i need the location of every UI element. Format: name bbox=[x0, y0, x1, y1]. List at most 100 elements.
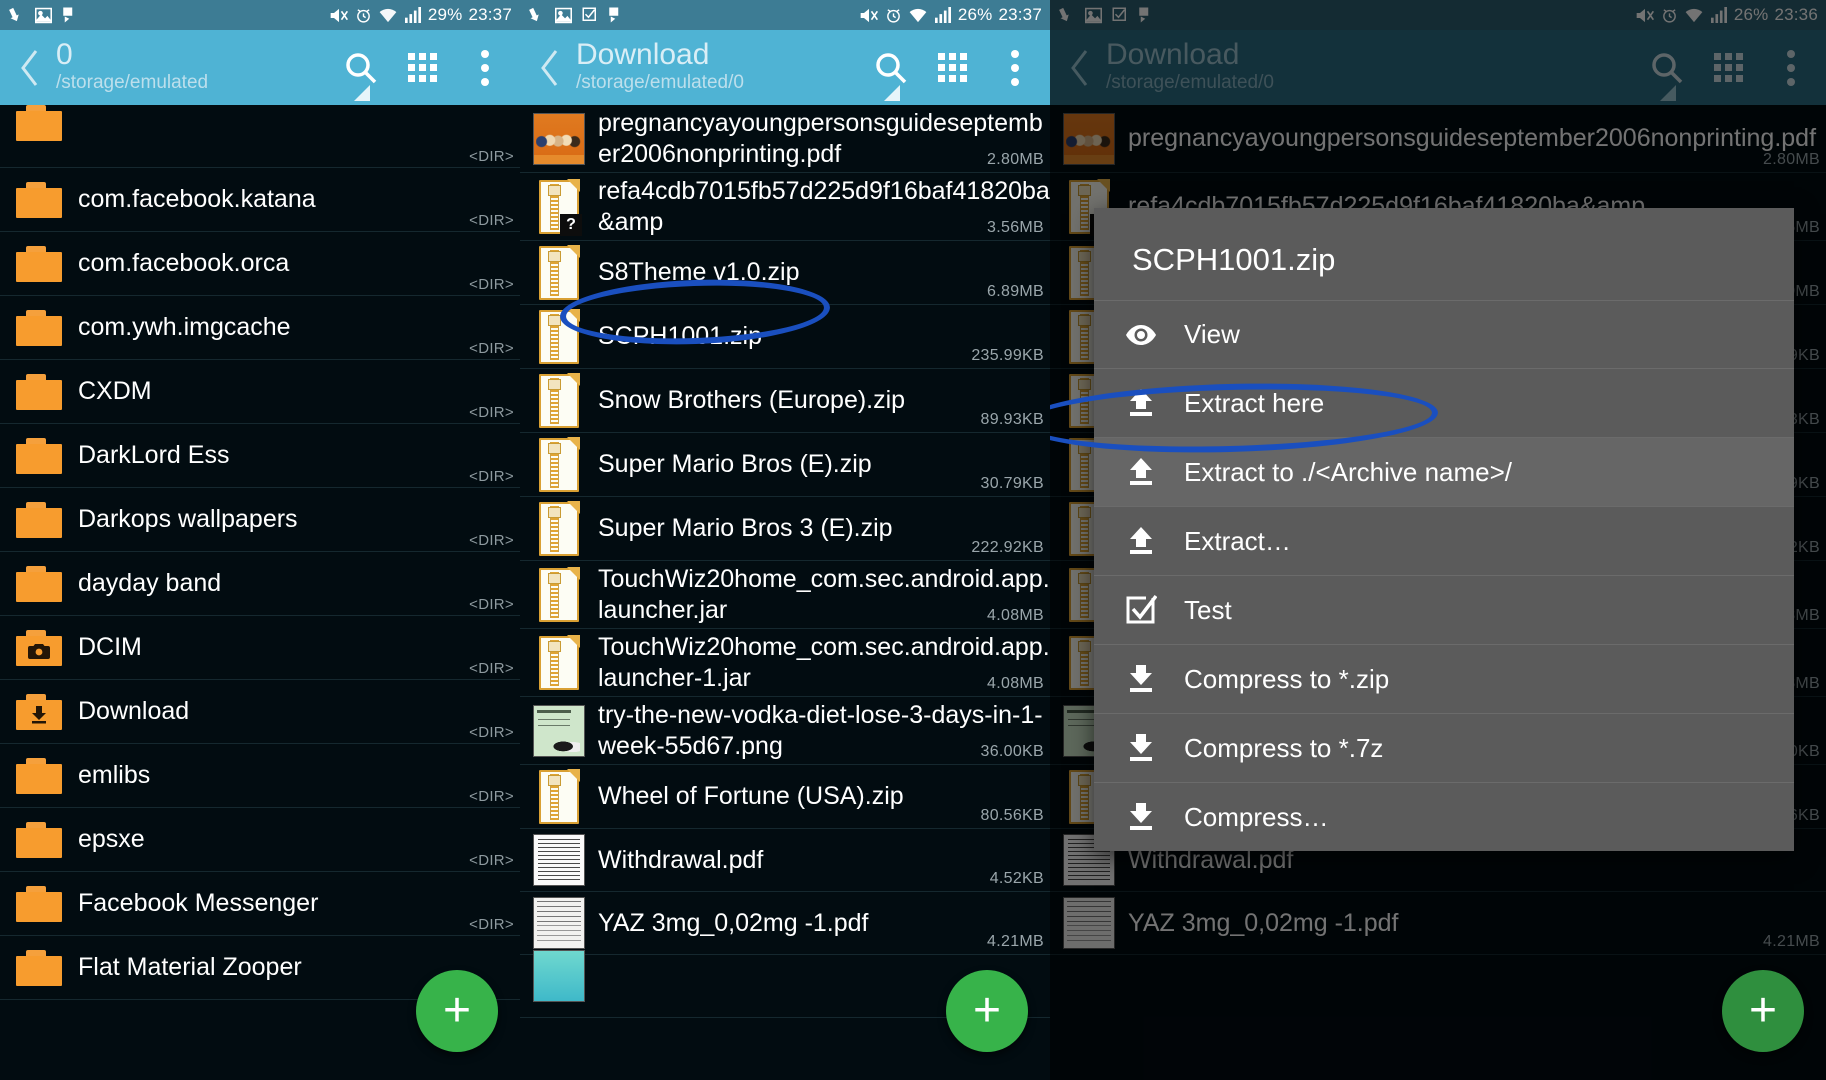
list-item[interactable]: YAZ 3mg_0,02mg -1.pdf 4.21MB bbox=[520, 892, 1050, 955]
back-button[interactable] bbox=[6, 44, 54, 92]
add-button[interactable]: + bbox=[1722, 970, 1804, 1052]
list-item[interactable]: TouchWiz20home_com.sec.android.app.launc… bbox=[520, 561, 1050, 629]
list-item[interactable]: CXDM <DIR> bbox=[0, 360, 520, 424]
list-item[interactable]: Darkops wallpapers <DIR> bbox=[0, 488, 520, 552]
status-right-cluster: 29% 23:37 bbox=[329, 5, 512, 25]
menu-item-label: Compress… bbox=[1184, 802, 1774, 833]
menu-item-label: Extract here bbox=[1184, 388, 1774, 419]
menu-item-extract-to-archive-name[interactable]: Extract to ./<Archive name>/ bbox=[1094, 437, 1794, 506]
path-title-block[interactable]: 0 /storage/emulated bbox=[56, 40, 332, 95]
file-name: emlibs bbox=[70, 760, 520, 791]
dir-tag: <DIR> bbox=[469, 852, 514, 869]
list-item[interactable]: Facebook Messenger <DIR> bbox=[0, 872, 520, 936]
zip-icon-cell bbox=[528, 766, 590, 828]
list-item[interactable]: com.ywh.imgcache <DIR> bbox=[0, 296, 520, 360]
panel-2: 26% 23:37 Download /storage/emulated/0 bbox=[520, 0, 1050, 1080]
breadcrumb: /storage/emulated bbox=[56, 72, 332, 95]
checkbox-flag-icon bbox=[61, 6, 79, 24]
path-title-block[interactable]: Download /storage/emulated/0 bbox=[576, 40, 862, 95]
breadcrumb: /storage/emulated/0 bbox=[576, 72, 862, 95]
file-name: S8Theme v1.0.zip bbox=[590, 257, 1050, 288]
folder-icon-cell bbox=[8, 297, 70, 359]
list-item[interactable]: TouchWiz20home_com.sec.android.app.launc… bbox=[520, 629, 1050, 697]
download-arrow-icon bbox=[1120, 801, 1162, 833]
list-item[interactable]: Snow Brothers (Europe).zip 89.93KB bbox=[520, 369, 1050, 433]
list-item[interactable]: epsxe <DIR> bbox=[0, 808, 520, 872]
view-mode-button[interactable] bbox=[394, 39, 452, 97]
battery-percent: 29% bbox=[428, 5, 463, 25]
pdf-thumbnail-icon bbox=[533, 113, 585, 165]
list-item[interactable]: DarkLord Ess <DIR> bbox=[0, 424, 520, 488]
zip-icon-cell bbox=[528, 370, 590, 432]
menu-item-test[interactable]: Test bbox=[1094, 575, 1794, 644]
add-button[interactable]: + bbox=[946, 970, 1028, 1052]
folder-icon bbox=[16, 502, 62, 538]
list-item-scph1001[interactable]: SCPH1001.zip 235.99KB bbox=[520, 305, 1050, 369]
file-size: 4.08MB bbox=[987, 675, 1044, 693]
dir-tag: <DIR> bbox=[469, 276, 514, 293]
list-item[interactable]: dayday band <DIR> bbox=[0, 552, 520, 616]
menu-item-extract-here[interactable]: Extract here bbox=[1094, 368, 1794, 437]
menu-item-compress-7z[interactable]: Compress to *.7z bbox=[1094, 713, 1794, 782]
grid-icon bbox=[406, 51, 440, 85]
folder-icon-cell bbox=[8, 105, 70, 167]
menu-item-extract-dialog[interactable]: Extract… bbox=[1094, 506, 1794, 575]
list-item[interactable]: Super Mario Bros 3 (E).zip 222.92KB bbox=[520, 497, 1050, 561]
status-left-icons bbox=[8, 6, 79, 24]
file-name: com.ywh.imgcache bbox=[70, 312, 520, 343]
add-button[interactable]: + bbox=[416, 970, 498, 1052]
list-item[interactable]: <DIR> bbox=[0, 105, 520, 168]
upload-arrow-icon bbox=[1120, 525, 1162, 557]
file-name: Darkops wallpapers bbox=[70, 504, 520, 535]
list-item[interactable]: com.facebook.katana <DIR> bbox=[0, 168, 520, 232]
list-item[interactable]: ? refa4cdb7015fb57d225d9f16baf41820ba&am… bbox=[520, 173, 1050, 241]
overflow-menu-icon bbox=[480, 49, 490, 87]
back-button[interactable] bbox=[526, 44, 574, 92]
folder-icon bbox=[16, 886, 62, 922]
zip-icon bbox=[539, 438, 579, 492]
folder-icon bbox=[16, 822, 62, 858]
list-item[interactable]: S8Theme v1.0.zip 6.89MB bbox=[520, 241, 1050, 305]
file-size: 30.79KB bbox=[981, 475, 1044, 493]
menu-item-compress-zip[interactable]: Compress to *.zip bbox=[1094, 644, 1794, 713]
list-item[interactable]: Withdrawal.pdf 4.52KB bbox=[520, 829, 1050, 892]
folder-icon bbox=[16, 758, 62, 794]
overflow-menu-button[interactable] bbox=[986, 39, 1044, 97]
file-list-1[interactable]: <DIR> com.facebook.katana <DIR> com.face… bbox=[0, 105, 520, 1000]
dir-tag: <DIR> bbox=[469, 148, 514, 165]
view-mode-button[interactable] bbox=[924, 39, 982, 97]
list-item[interactable]: pregnancyayoungpersonsguideseptember2006… bbox=[520, 105, 1050, 173]
dropdown-corner-icon[interactable] bbox=[354, 85, 370, 101]
zip-icon bbox=[539, 770, 579, 824]
thumbnail-cell bbox=[528, 955, 590, 1017]
list-item[interactable]: com.facebook.orca <DIR> bbox=[0, 232, 520, 296]
folder-icon-cell bbox=[8, 809, 70, 871]
dir-tag: <DIR> bbox=[469, 596, 514, 613]
upload-arrow-icon bbox=[1120, 387, 1162, 419]
download-arrow-icon bbox=[1120, 663, 1162, 695]
upload-arrow-icon bbox=[1120, 456, 1162, 488]
menu-item-label: Compress to *.7z bbox=[1184, 733, 1774, 764]
camera-icon bbox=[28, 643, 50, 659]
menu-item-view[interactable]: View bbox=[1094, 300, 1794, 368]
zip-icon-cell: ? bbox=[528, 176, 590, 238]
dropdown-corner-icon[interactable] bbox=[884, 85, 900, 101]
menu-item-compress-dialog[interactable]: Compress… bbox=[1094, 782, 1794, 851]
list-item[interactable]: emlibs <DIR> bbox=[0, 744, 520, 808]
download-arrow-icon bbox=[30, 706, 48, 724]
list-item[interactable]: try-the-new-vodka-diet-lose-3-days-in-1-… bbox=[520, 697, 1050, 765]
list-item[interactable]: Download <DIR> bbox=[0, 680, 520, 744]
file-name: DarkLord Ess bbox=[70, 440, 520, 471]
folder-camera-icon bbox=[16, 630, 62, 666]
list-item[interactable]: DCIM <DIR> bbox=[0, 616, 520, 680]
list-item[interactable]: Wheel of Fortune (USA).zip 80.56KB bbox=[520, 765, 1050, 829]
status-bar-2: 26% 23:37 bbox=[520, 0, 1050, 30]
file-name: TouchWiz20home_com.sec.android.app.launc… bbox=[590, 632, 1050, 693]
list-item[interactable]: Super Mario Bros (E).zip 30.79KB bbox=[520, 433, 1050, 497]
pdf-thumbnail-icon bbox=[533, 897, 585, 949]
folder-icon bbox=[16, 438, 62, 474]
checkbox-flag-icon bbox=[607, 6, 625, 24]
file-name: pregnancyayoungpersonsguideseptember2006… bbox=[590, 108, 1050, 169]
overflow-menu-button[interactable] bbox=[456, 39, 514, 97]
file-list-2[interactable]: pregnancyayoungpersonsguideseptember2006… bbox=[520, 105, 1050, 1018]
